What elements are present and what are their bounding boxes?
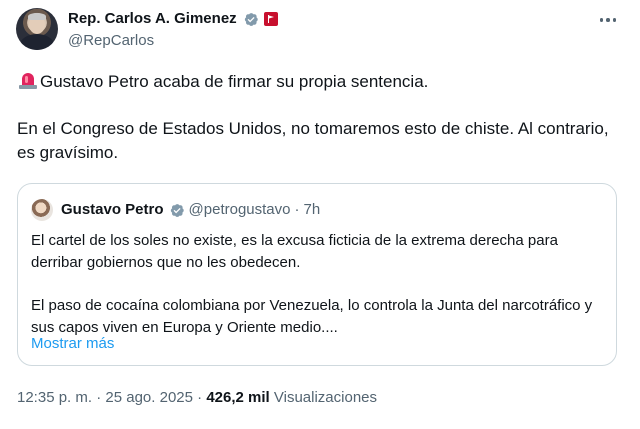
tweet-text: Gustavo Petro acaba de firmar su propia … [17,70,623,165]
author-name-row: Rep. Carlos A. Gimenez [68,9,278,29]
show-more-link[interactable]: Mostrar más [31,334,114,354]
quoted-handle[interactable]: @petrogustavo [189,200,291,220]
tweet: Rep. Carlos A. Gimenez @RepCarlos Gustav… [0,0,640,429]
quoted-paragraph-1: El cartel de los soles no existe, es la … [31,232,558,271]
quoted-text: El cartel de los soles no existe, es la … [31,230,605,339]
verified-badge-icon [244,12,258,26]
quoted-author-avatar[interactable] [31,199,53,221]
meta-separator-2: · [197,389,203,406]
author-avatar[interactable] [16,8,58,50]
tweet-time[interactable]: 12:35 p. m. [17,389,92,406]
quoted-display-name[interactable]: Gustavo Petro [61,200,164,220]
views-label: Visualizaciones [273,389,378,406]
tweet-date[interactable]: 25 ago. 2025 [105,389,193,406]
quoted-time[interactable]: 7h [303,200,320,220]
police-siren-icon [19,73,37,89]
more-options-icon[interactable] [598,12,618,28]
author-handle[interactable]: @RepCarlos [68,31,154,51]
verified-badge-icon [170,203,184,217]
quoted-header: Gustavo Petro @petrogustavo · 7h [61,200,320,220]
quoted-tweet[interactable]: Gustavo Petro @petrogustavo · 7h El cart… [17,183,617,366]
meta-separator-1: · [96,389,102,406]
tweet-meta: 12:35 p. m. · 25 ago. 2025 · 426,2 mil V… [17,388,377,408]
author-display-name[interactable]: Rep. Carlos A. Gimenez [68,9,237,29]
government-flag-icon [263,12,278,26]
views-count: 426,2 mil [206,389,270,406]
tweet-paragraph-1: Gustavo Petro acaba de firmar su propia … [40,72,429,91]
quoted-separator: · [294,201,300,218]
tweet-paragraph-2: En el Congreso de Estados Unidos, no tom… [17,119,609,162]
quoted-paragraph-2: El paso de cocaína colombiana por Venezu… [31,297,593,336]
